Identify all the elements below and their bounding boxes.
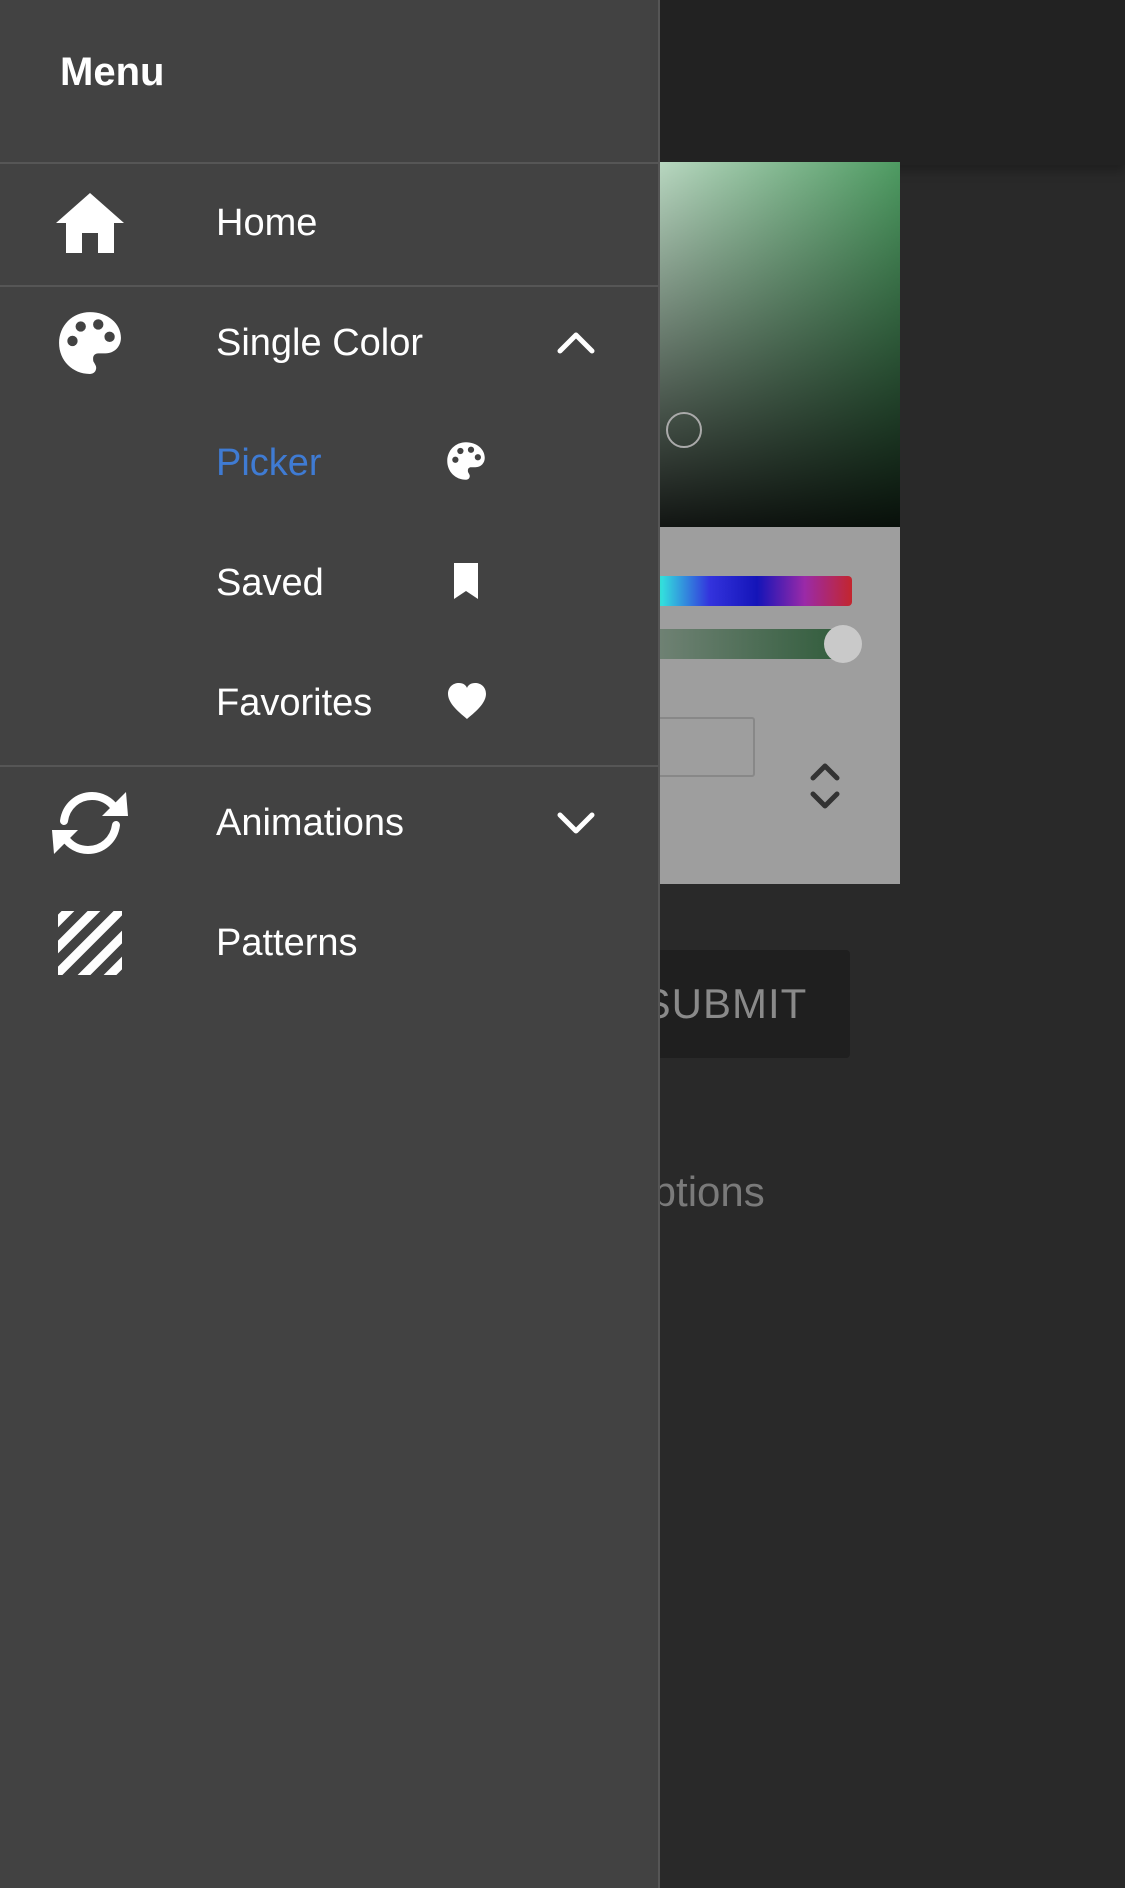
drawer-title: Menu	[60, 50, 165, 94]
home-icon	[50, 183, 130, 263]
divider	[0, 765, 658, 767]
subnav-item-label: Saved	[216, 561, 324, 604]
nav-item-patterns[interactable]: Patterns	[0, 888, 658, 998]
stripes-icon	[50, 903, 130, 983]
subnav-item-label: Favorites	[216, 681, 373, 724]
navigation-drawer: Menu Home Single Color Picker Saved Favo…	[0, 0, 660, 1888]
saturation-handle[interactable]	[666, 412, 702, 448]
chevron-down-icon[interactable]	[550, 797, 602, 849]
nav-item-label: Single Color	[216, 321, 423, 364]
alpha-slider-knob[interactable]	[824, 625, 862, 663]
divider	[0, 162, 658, 164]
subnav-item-saved[interactable]: Saved	[0, 528, 658, 638]
subnav-item-label: Picker	[216, 441, 322, 484]
chevron-up-icon[interactable]	[550, 317, 602, 369]
heart-icon	[446, 681, 490, 725]
palette-icon	[446, 441, 490, 485]
bookmark-icon	[446, 561, 490, 605]
nav-item-home[interactable]: Home	[0, 168, 658, 278]
palette-icon	[50, 303, 130, 383]
nav-item-label: Patterns	[216, 921, 358, 964]
subnav-item-favorites[interactable]: Favorites	[0, 648, 658, 758]
sync-icon	[50, 783, 130, 863]
nav-item-label: Animations	[216, 801, 404, 844]
nav-item-label: Home	[216, 201, 318, 244]
format-toggle-icon[interactable]	[805, 756, 845, 816]
nav-item-single-color[interactable]: Single Color	[0, 288, 658, 398]
subnav-item-picker[interactable]: Picker	[0, 408, 658, 518]
nav-item-animations[interactable]: Animations	[0, 768, 658, 878]
divider	[0, 285, 658, 287]
